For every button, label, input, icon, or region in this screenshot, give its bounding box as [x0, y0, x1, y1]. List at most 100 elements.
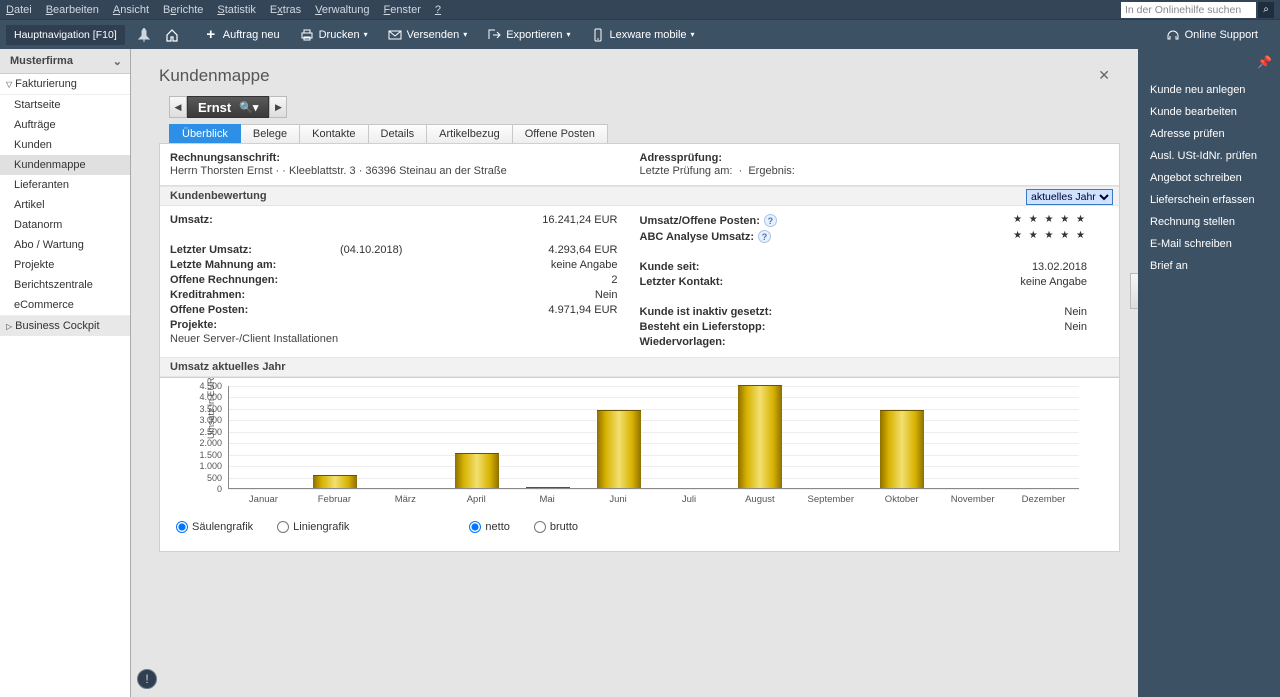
info-panel: Rechnungsanschrift: Herrn Thorsten Ernst… — [159, 143, 1120, 378]
pin-icon[interactable]: 📌 — [1257, 55, 1272, 69]
kv-key: Besteht ein Lieferstopp: — [640, 321, 840, 333]
period-select[interactable]: aktuelles Jahr — [1026, 189, 1113, 205]
menu-bearbeiten[interactable]: Bearbeiten — [46, 4, 99, 16]
support-button[interactable]: Online Support — [1162, 24, 1262, 46]
kv-key: Letzte Mahnung am: — [170, 259, 340, 271]
toolbar: Hauptnavigation [F10] +Auftrag neu Druck… — [0, 19, 1280, 49]
menu-berichte[interactable]: Berichte — [163, 4, 203, 16]
x-tick: September — [808, 494, 854, 505]
send-button[interactable]: Versenden▾ — [384, 24, 472, 46]
nav-group-fakturierung[interactable]: ▽Fakturierung — [0, 74, 130, 95]
home-button[interactable] — [161, 24, 188, 46]
radio-bar[interactable]: Säulengrafik — [176, 521, 253, 533]
menu-fenster[interactable]: Fenster — [384, 4, 421, 16]
tab-details[interactable]: Details — [369, 124, 428, 143]
help-icon[interactable]: ? — [764, 214, 777, 227]
help-search-button[interactable]: ⌕ — [1258, 2, 1274, 18]
mobile-label: Lexware mobile — [610, 29, 687, 41]
menu-extras[interactable]: Extras — [270, 4, 301, 16]
sidebar-item-auftrge[interactable]: Aufträge — [0, 115, 130, 135]
prev-customer-button[interactable]: ◀ — [169, 96, 187, 118]
menu-datei[interactable]: Datei — [6, 4, 32, 16]
printer-icon — [300, 28, 314, 42]
sidebar-item-startseite[interactable]: Startseite — [0, 95, 130, 115]
sidebar-item-ecommerce[interactable]: eCommerce — [0, 295, 130, 315]
nav-pin-icon[interactable] — [135, 26, 153, 44]
tabbar: ÜberblickBelegeKontakteDetailsArtikelbez… — [169, 124, 1120, 143]
bar-august — [738, 385, 782, 488]
sidebar-item-kundenmappe[interactable]: Kundenmappe — [0, 155, 130, 175]
nav-group-cockpit[interactable]: ▷Business Cockpit — [0, 315, 130, 336]
kv-key: Offene Posten: — [170, 304, 340, 316]
nav-group-label: Fakturierung — [15, 78, 77, 90]
action-angebot-schreiben[interactable]: Angebot schreiben — [1138, 167, 1280, 189]
help-search-input[interactable]: In der Onlinehilfe suchen — [1121, 2, 1256, 18]
bar-oktober — [880, 410, 924, 488]
panel-resize-grip[interactable] — [1130, 273, 1138, 309]
sidebar-item-lieferanten[interactable]: Lieferanten — [0, 175, 130, 195]
print-label: Drucken — [319, 29, 360, 41]
kv-value: 4.293,64 EUR — [548, 244, 639, 256]
nav-list: StartseiteAufträgeKundenKundenmappeLiefe… — [0, 95, 130, 315]
action-adresse-pr-fen[interactable]: Adresse prüfen — [1138, 123, 1280, 145]
kv-value: 16.241,24 EUR — [542, 214, 639, 226]
export-button[interactable]: Exportieren▾ — [483, 24, 574, 46]
action-list: Kunde neu anlegenKunde bearbeitenAdresse… — [1138, 79, 1280, 277]
menu-verwaltung[interactable]: Verwaltung — [315, 4, 369, 16]
send-label: Versenden — [407, 29, 460, 41]
action-kunde-bearbeiten[interactable]: Kunde bearbeiten — [1138, 101, 1280, 123]
kv-key: Projekte: — [170, 319, 340, 331]
sidebar-item-abowartung[interactable]: Abo / Wartung — [0, 235, 130, 255]
rating-stars: ★ ★ ★ ★ ★ — [1013, 214, 1109, 227]
menu-help[interactable]: ? — [435, 4, 441, 16]
next-customer-button[interactable]: ▶ — [269, 96, 287, 118]
sidebar-item-datanorm[interactable]: Datanorm — [0, 215, 130, 235]
sidebar-item-kunden[interactable]: Kunden — [0, 135, 130, 155]
sidebar-item-berichtszentrale[interactable]: Berichtszentrale — [0, 275, 130, 295]
tab-offeneposten[interactable]: Offene Posten — [513, 124, 608, 143]
caret-down-icon: ▾ — [364, 30, 368, 39]
x-tick: April — [467, 494, 486, 505]
print-button[interactable]: Drucken ▾ — [296, 24, 372, 46]
tab-berblick[interactable]: Überblick — [169, 124, 241, 143]
action-lieferschein-erfassen[interactable]: Lieferschein erfassen — [1138, 189, 1280, 211]
radio-brutto[interactable]: brutto — [534, 521, 578, 533]
menu-statistik[interactable]: Statistik — [217, 4, 256, 16]
action-brief-an[interactable]: Brief an — [1138, 255, 1280, 277]
tab-artikelbezug[interactable]: Artikelbezug — [427, 124, 513, 143]
mobile-icon — [591, 28, 605, 42]
kv-value: keine Angabe — [551, 259, 640, 271]
page-title: Kundenmappe — [159, 66, 270, 86]
menu-ansicht[interactable]: Ansicht — [113, 4, 149, 16]
radio-netto[interactable]: netto — [469, 521, 509, 533]
kv-key: Letzter Kontakt: — [640, 276, 840, 288]
action-rechnung-stellen[interactable]: Rechnung stellen — [1138, 211, 1280, 233]
close-button[interactable]: ✕ — [1094, 65, 1114, 86]
action-kunde-neu-anlegen[interactable]: Kunde neu anlegen — [1138, 79, 1280, 101]
customer-name-box[interactable]: Ernst🔍▾ — [187, 96, 269, 118]
x-tick: Januar — [249, 494, 278, 505]
sidebar-item-projekte[interactable]: Projekte — [0, 255, 130, 275]
help-icon[interactable]: ? — [758, 230, 771, 243]
radio-line[interactable]: Liniengrafik — [277, 521, 349, 533]
x-tick: November — [951, 494, 995, 505]
bar-februar — [313, 475, 357, 488]
action-e-mail-schreiben[interactable]: E-Mail schreiben — [1138, 233, 1280, 255]
sidebar-item-artikel[interactable]: Artikel — [0, 195, 130, 215]
company-selector[interactable]: Musterfirma ⌄ — [0, 49, 130, 74]
new-order-button[interactable]: +Auftrag neu — [200, 24, 284, 46]
x-tick: Mai — [539, 494, 554, 505]
x-tick: Juni — [609, 494, 626, 505]
expand-right-icon: ▷ — [6, 322, 12, 331]
x-tick: Oktober — [885, 494, 919, 505]
alert-indicator[interactable]: ! — [137, 669, 157, 689]
action-ausl--ust-idnr--pr-fen[interactable]: Ausl. USt-IdNr. prüfen — [1138, 145, 1280, 167]
mobile-button[interactable]: Lexware mobile▾ — [587, 24, 699, 46]
main-nav-toggle[interactable]: Hauptnavigation [F10] — [6, 25, 125, 45]
headset-icon — [1166, 28, 1180, 42]
x-tick: Juli — [682, 494, 696, 505]
tab-kontakte[interactable]: Kontakte — [300, 124, 368, 143]
left-sidebar: Musterfirma ⌄ ▽Fakturierung StartseiteAu… — [0, 49, 131, 697]
tab-belege[interactable]: Belege — [241, 124, 300, 143]
export-icon — [487, 28, 501, 42]
